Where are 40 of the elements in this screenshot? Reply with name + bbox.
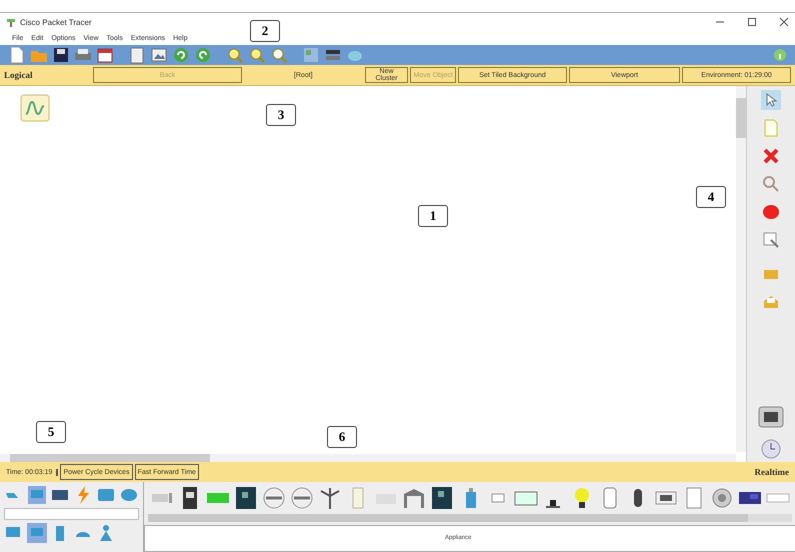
search-field[interactable] <box>4 508 139 520</box>
vertical-scrollbar[interactable] <box>736 86 746 452</box>
zoom-out-icon[interactable] <box>270 46 288 64</box>
redo-icon[interactable] <box>194 46 212 64</box>
calendar-icon[interactable] <box>96 46 114 64</box>
panel-icon[interactable] <box>430 486 454 510</box>
search-icon[interactable] <box>761 174 781 194</box>
zoom-reset-icon[interactable] <box>248 46 266 64</box>
clock-icon[interactable] <box>760 438 782 460</box>
view-mode-label: Logical <box>4 70 34 80</box>
fan-icon[interactable] <box>262 486 286 510</box>
callout-label: 4 <box>696 186 726 208</box>
maximize-icon[interactable] <box>747 17 757 27</box>
app-logo-icon <box>6 17 16 27</box>
image-icon[interactable] <box>150 46 168 64</box>
simulation-icon[interactable] <box>758 406 784 428</box>
callout-label: 2 <box>250 20 280 42</box>
callout-label: 1 <box>418 205 448 227</box>
horizontal-scrollbar[interactable] <box>148 514 792 522</box>
callout-label: 6 <box>327 426 357 448</box>
panel-icon[interactable] <box>234 486 258 510</box>
delete-icon[interactable] <box>761 146 781 166</box>
garage-icon[interactable] <box>402 486 426 510</box>
resize-icon[interactable] <box>761 230 781 250</box>
end-devices-icon[interactable] <box>27 485 47 505</box>
save-icon[interactable] <box>52 46 70 64</box>
fan-icon[interactable] <box>290 486 314 510</box>
zoom-in-icon[interactable] <box>226 46 244 64</box>
horizontal-scrollbar[interactable] <box>0 454 736 462</box>
realtime-mode-label[interactable]: Realtime <box>754 467 789 477</box>
cluster-icon[interactable] <box>20 94 50 122</box>
undo-icon[interactable] <box>172 46 190 64</box>
wind-turbine-icon[interactable] <box>318 486 342 510</box>
help-icon[interactable] <box>773 48 787 62</box>
clipboard-icon[interactable] <box>128 46 146 64</box>
close-icon[interactable] <box>779 17 789 27</box>
callout-label: 3 <box>266 104 296 126</box>
ellipse-icon[interactable] <box>761 202 781 222</box>
window-title: Cisco Packet Tracer <box>20 18 93 26</box>
callout-label: 5 <box>36 421 66 443</box>
